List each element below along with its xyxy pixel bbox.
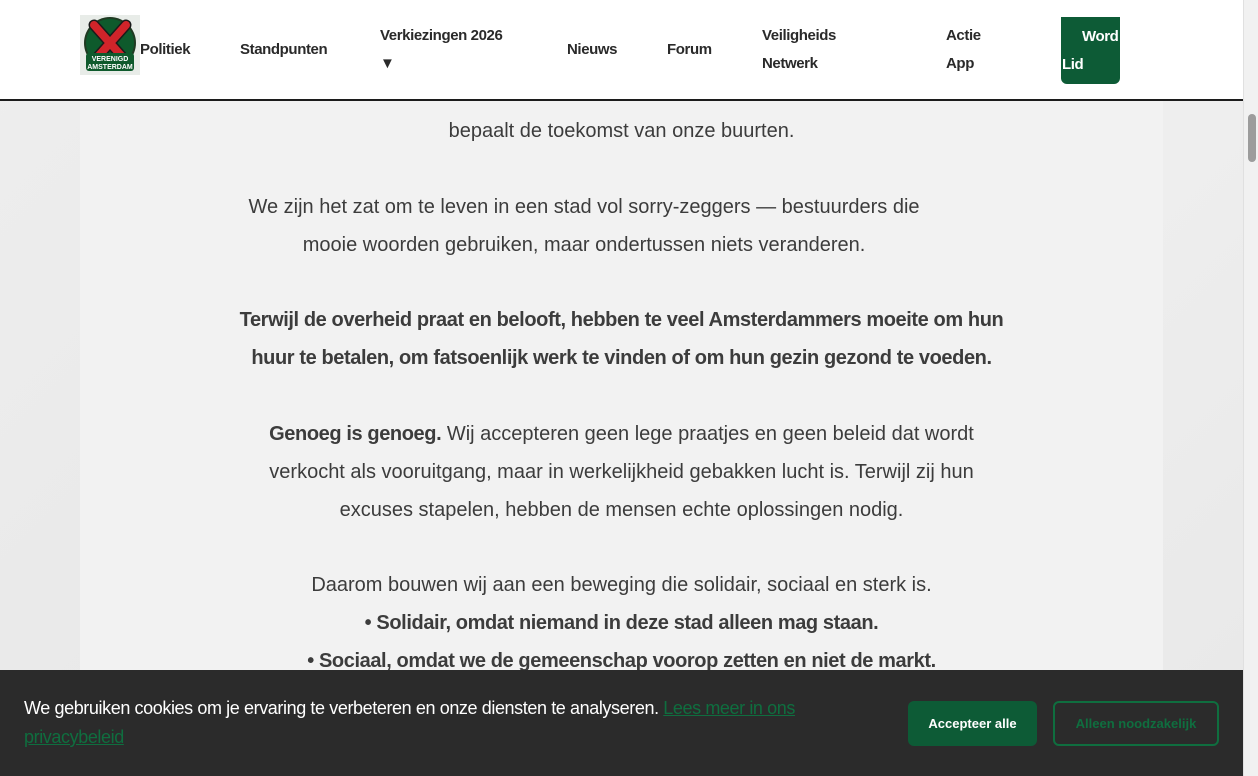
svg-text:VERENIGD: VERENIGD [92, 56, 129, 63]
logo-emblem-icon: VERENIGD AMSTERDAM [84, 17, 136, 71]
accept-all-button[interactable]: Accepteer alle [908, 701, 1037, 746]
cookie-text: We gebruiken cookies om je ervaring te v… [24, 698, 659, 718]
bold-lead: Genoeg is genoeg. [269, 423, 442, 445]
scrollbar-thumb[interactable] [1248, 114, 1256, 162]
paragraph-sorry-zeggers: We zijn het zat om te leven in een stad … [80, 188, 1163, 264]
intro-text: bepaalt de toekomst van onze buurten. [448, 120, 795, 142]
paragraph-overheid: Terwijl de overheid praat en belooft, he… [80, 301, 1163, 377]
paragraph-text: We zijn het zat om te leven in een stad … [248, 196, 920, 256]
nav-actie-label-2: App [946, 55, 974, 72]
page-scrollbar[interactable] [1243, 0, 1258, 776]
paragraph-genoeg: Genoeg is genoeg. Wij accepteren geen le… [80, 415, 1163, 529]
nav-actie-app[interactable]: Actie App [946, 22, 981, 78]
svg-text:AMSTERDAM: AMSTERDAM [87, 64, 133, 71]
paragraph-beweging: Daarom bouwen wij aan een beweging die s… [80, 566, 1163, 680]
site-logo[interactable]: VERENIGD AMSTERDAM [80, 15, 140, 75]
cta-label-1: Word [1082, 28, 1119, 45]
nav-veiligheids-netwerk[interactable]: Veiligheids Netwerk [762, 22, 836, 78]
only-necessary-button[interactable]: Alleen noodzakelijk [1053, 701, 1219, 746]
nav-nieuws[interactable]: Nieuws [567, 36, 618, 64]
nav-forum[interactable]: Forum [667, 36, 712, 64]
nav-verkiezingen-2026[interactable]: Verkiezingen 2026 ▼ [380, 22, 503, 78]
nav-veiligheid-label-1: Veiligheids [762, 27, 836, 44]
nav-politiek[interactable]: Politiek [140, 36, 191, 64]
word-lid-button[interactable]: Word Lid [1061, 17, 1120, 84]
intro-partial-line: bepaalt de toekomst van onze buurten. [80, 112, 1163, 150]
nav-standpunten[interactable]: Standpunten [240, 36, 328, 64]
paragraph-text: Terwijl de overheid praat en belooft, he… [239, 309, 1004, 369]
nav-actie-label-1: Actie [946, 27, 981, 44]
cookie-message: We gebruiken cookies om je ervaring te v… [24, 694, 854, 752]
nav-veiligheid-label-2: Netwerk [762, 55, 818, 72]
bullet-solidair: • Solidair, omdat niemand in deze stad a… [364, 612, 879, 634]
site-header: VERENIGD AMSTERDAM Politiek Standpunten … [0, 0, 1243, 101]
cta-label-2: Lid [1062, 56, 1084, 73]
nav-verkiezingen-label: Verkiezingen 2026 [380, 27, 503, 44]
chevron-down-icon: ▼ [380, 55, 395, 72]
cookie-banner: We gebruiken cookies om je ervaring te v… [0, 670, 1243, 776]
paragraph-text: Genoeg is genoeg. Wij accepteren geen le… [230, 415, 1013, 529]
paragraph-text: Daarom bouwen wij aan een beweging die s… [311, 574, 932, 596]
